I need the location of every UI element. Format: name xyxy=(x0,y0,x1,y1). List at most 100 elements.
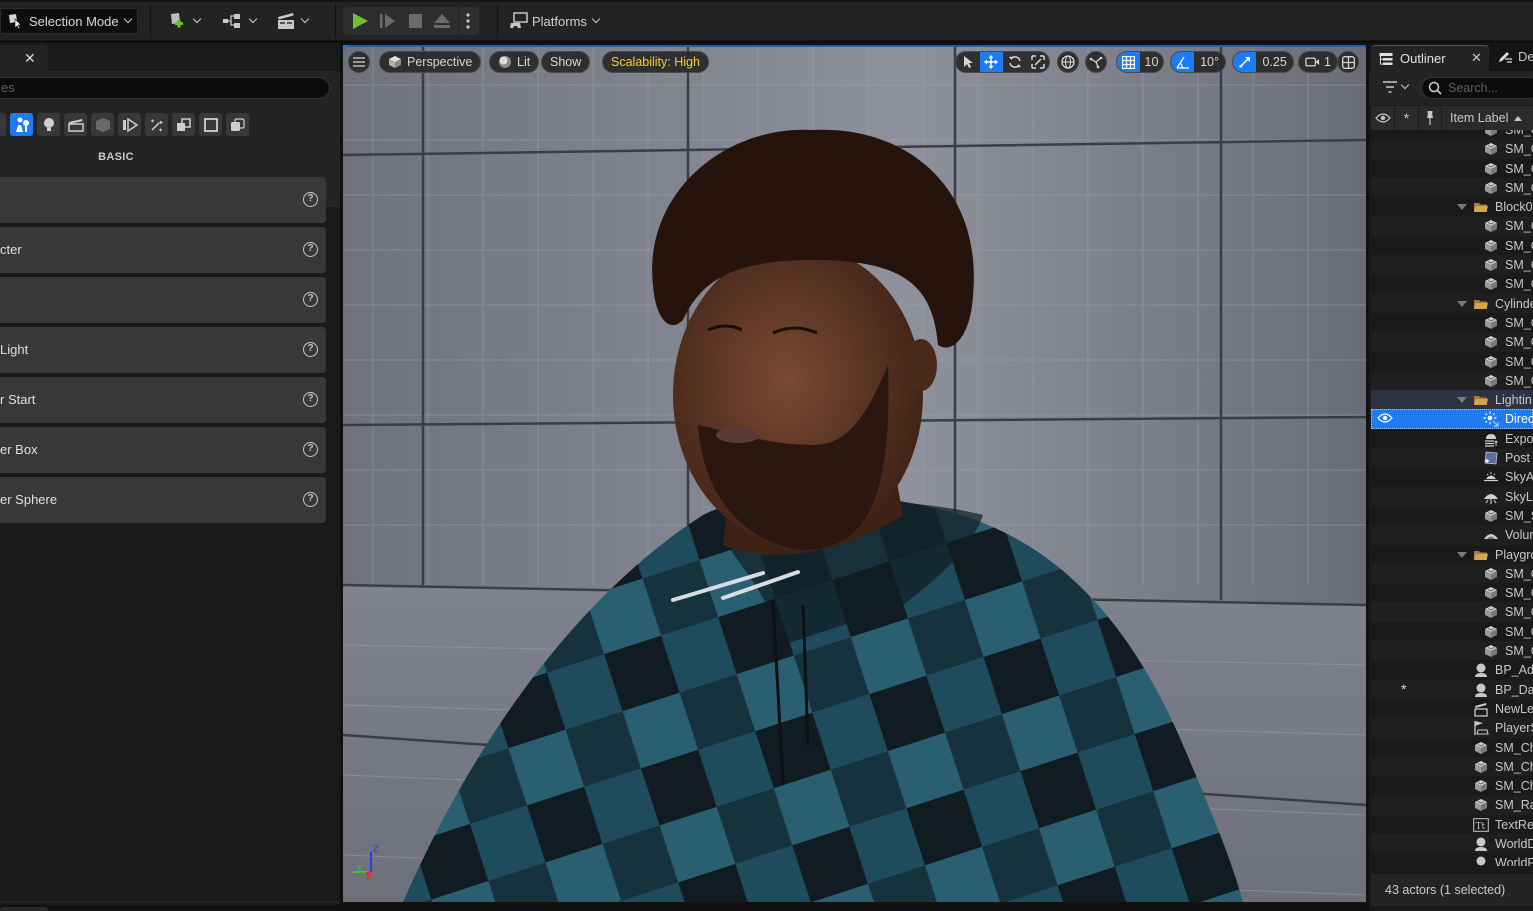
actor-item[interactable]: cter? xyxy=(0,227,326,273)
actor-item[interactable]: er Sphere? xyxy=(0,477,326,523)
expand-arrow-icon[interactable] xyxy=(1457,397,1467,404)
outliner-row[interactable]: SM_Ra xyxy=(1371,795,1533,815)
outliner-row[interactable]: SkyL xyxy=(1371,486,1533,506)
show-button[interactable]: Show xyxy=(541,51,591,73)
select-tool[interactable] xyxy=(956,52,980,72)
outliner-row[interactable]: SM_C xyxy=(1371,370,1533,391)
category-lights[interactable] xyxy=(37,113,60,136)
expand-arrow-icon[interactable] xyxy=(1457,551,1467,558)
close-icon[interactable]: ✕ xyxy=(1471,50,1482,66)
outliner-search-input[interactable]: Search... xyxy=(1421,77,1533,99)
view-mode-button[interactable]: Lit xyxy=(489,51,540,73)
search-classes-input[interactable]: es xyxy=(0,77,330,99)
grid-snap-value[interactable]: 10 xyxy=(1140,52,1163,72)
scale-snap-toggle[interactable] xyxy=(1233,52,1257,72)
outliner-row[interactable]: SM_C xyxy=(1371,216,1533,236)
category-shapes[interactable] xyxy=(199,113,222,136)
help-icon[interactable]: ? xyxy=(303,442,318,457)
outliner-folder-row[interactable]: Lightin xyxy=(1371,390,1533,410)
outliner-row[interactable]: NewLe xyxy=(1371,699,1533,718)
actor-item[interactable]: ? xyxy=(0,177,326,223)
category-basic[interactable] xyxy=(10,113,33,136)
category-layers[interactable] xyxy=(226,113,249,136)
outliner-row[interactable]: SM_C xyxy=(1371,602,1533,622)
scale-snap-value[interactable]: 0.25 xyxy=(1256,52,1293,72)
translate-tool[interactable] xyxy=(979,52,1003,72)
world-local-toggle[interactable] xyxy=(1057,51,1079,73)
surface-snapping-toggle[interactable] xyxy=(1085,51,1107,73)
outliner-row[interactable]: SM_Ch xyxy=(1371,776,1533,795)
outliner-tab[interactable]: Outliner ✕ xyxy=(1371,45,1489,71)
help-icon[interactable]: ? xyxy=(303,342,318,357)
stop-icon[interactable] xyxy=(407,12,425,30)
level-viewport[interactable]: Perspective Lit Show Scalability: High 1… xyxy=(343,45,1366,902)
grid-snap-toggle[interactable] xyxy=(1117,52,1140,72)
outliner-row[interactable]: SM_C xyxy=(1371,177,1533,198)
perspective-button[interactable]: Perspective xyxy=(379,51,482,73)
eject-icon[interactable] xyxy=(433,12,451,30)
outliner-folder-row[interactable]: Block0 xyxy=(1371,197,1533,216)
outliner-row[interactable]: Post xyxy=(1371,448,1533,468)
viewport-layout-button[interactable] xyxy=(1337,51,1359,73)
bottom-drawer-tab[interactable] xyxy=(0,907,48,911)
outliner-row[interactable]: Tt TextRe xyxy=(1371,815,1533,834)
scale-tool[interactable] xyxy=(1027,52,1050,72)
outliner-row[interactable]: SM_C xyxy=(1371,130,1533,139)
blueprints-button[interactable] xyxy=(222,10,258,32)
camera-speed-button[interactable]: 1 xyxy=(1298,51,1338,73)
outliner-row[interactable]: WorldD xyxy=(1371,833,1533,854)
category-recently-placed[interactable] xyxy=(0,113,6,136)
actor-item[interactable]: er Box? xyxy=(0,427,326,473)
outliner-folder-row[interactable]: Playgro xyxy=(1371,545,1533,564)
help-icon[interactable]: ? xyxy=(303,392,318,407)
outliner-row[interactable]: * BP_Da xyxy=(1371,679,1533,699)
outliner-row[interactable]: PlayerS xyxy=(1371,718,1533,738)
close-icon[interactable]: ✕ xyxy=(24,50,36,67)
category-all-classes[interactable] xyxy=(172,113,195,136)
outliner-row[interactable]: SM_C xyxy=(1371,236,1533,255)
category-volumes[interactable]: ✦ ✦ ✦ xyxy=(145,113,168,136)
cinematics-button[interactable] xyxy=(276,10,310,32)
category-visual-effects[interactable] xyxy=(91,113,114,136)
outliner-row[interactable]: SM_C xyxy=(1371,622,1533,641)
outliner-row[interactable]: WorldP xyxy=(1371,853,1533,866)
viewport-options-button[interactable] xyxy=(348,51,370,73)
visibility-column[interactable] xyxy=(1371,106,1395,130)
outliner-row[interactable]: SM_Ch xyxy=(1371,756,1533,777)
visibility-eye-icon[interactable] xyxy=(1377,412,1393,426)
rotate-tool[interactable] xyxy=(1003,52,1027,72)
outliner-row[interactable]: SM_C xyxy=(1371,332,1533,352)
rotation-snap-toggle[interactable] xyxy=(1171,52,1195,72)
actor-item[interactable]: r Start? xyxy=(0,377,326,423)
outliner-row[interactable]: Expo xyxy=(1371,429,1533,448)
scalability-button[interactable]: Scalability: High xyxy=(602,51,709,73)
favorite-column[interactable]: * xyxy=(1395,106,1419,130)
pin-column[interactable] xyxy=(1419,106,1442,130)
star-icon[interactable]: * xyxy=(1401,681,1406,697)
category-geometry[interactable] xyxy=(118,113,141,136)
outliner-row[interactable]: SM_C xyxy=(1371,139,1533,159)
more-options-icon[interactable] xyxy=(465,12,471,30)
expand-arrow-icon[interactable] xyxy=(1457,300,1467,307)
outliner-row[interactable]: SM_C xyxy=(1371,352,1533,371)
play-icon[interactable] xyxy=(351,12,369,30)
category-cinematic[interactable] xyxy=(64,113,87,136)
expand-arrow-icon[interactable] xyxy=(1457,204,1467,211)
outliner-row[interactable]: SM_Ch xyxy=(1371,738,1533,757)
outliner-row[interactable]: SM_C xyxy=(1371,159,1533,178)
place-actors-tab[interactable]: ✕ xyxy=(0,45,48,71)
actor-item[interactable]: Light? xyxy=(0,327,326,373)
help-icon[interactable]: ? xyxy=(303,292,318,307)
filter-button[interactable] xyxy=(1383,80,1410,93)
help-icon[interactable]: ? xyxy=(303,192,318,207)
selection-mode-dropdown[interactable]: Selection Mode xyxy=(0,8,138,34)
add-actor-button[interactable] xyxy=(168,10,202,32)
outliner-row[interactable]: BP_Ada xyxy=(1371,660,1533,679)
details-tab[interactable]: De xyxy=(1497,49,1533,64)
outliner-folder-row[interactable]: Cylinde xyxy=(1371,293,1533,313)
platforms-dropdown[interactable]: Platforms xyxy=(509,10,601,32)
advance-frame-icon[interactable] xyxy=(379,12,397,30)
outliner-row[interactable]: SM_C xyxy=(1371,641,1533,661)
help-icon[interactable]: ? xyxy=(303,242,318,257)
rotation-snap-value[interactable]: 10° xyxy=(1194,52,1225,72)
